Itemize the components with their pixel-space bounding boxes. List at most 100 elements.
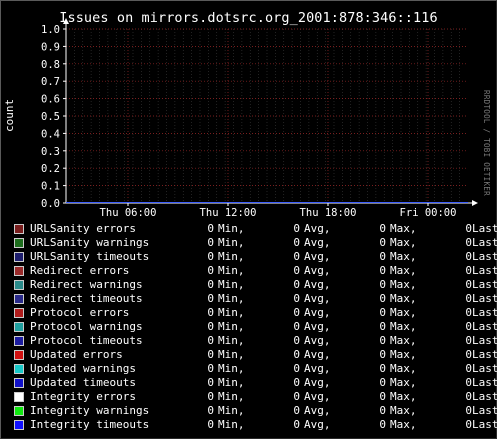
legend-max-value: 0 xyxy=(379,320,386,333)
legend-last-value: 0 xyxy=(465,320,472,333)
legend-series-name: Updated timeouts xyxy=(30,376,136,389)
legend-avg-label: Avg, xyxy=(304,418,331,431)
legend-avg-value: 0 xyxy=(293,222,300,235)
legend-max-value: 0 xyxy=(379,334,386,347)
legend-min-label: Min, xyxy=(218,250,245,263)
legend-min-label: Min, xyxy=(218,264,245,277)
legend-swatch xyxy=(14,322,24,332)
legend-series-name: Integrity errors xyxy=(30,390,136,403)
legend-last-label: Last xyxy=(472,250,497,263)
legend-series-name: Redirect errors xyxy=(30,264,130,277)
legend-last-value: 0 xyxy=(465,222,472,235)
legend-row: Updated timeouts 0 Min, 0 Avg, 0 Max, 0 Last xyxy=(14,376,497,390)
legend-series-name: URLSanity errors xyxy=(30,222,136,235)
legend-min-value: 0 xyxy=(207,404,214,417)
legend-max-value: 0 xyxy=(379,362,386,375)
legend-avg-value: 0 xyxy=(293,264,300,277)
legend-avg-value: 0 xyxy=(293,320,300,333)
legend-min-value: 0 xyxy=(207,222,214,235)
legend-avg-label: Avg, xyxy=(304,334,331,347)
legend-series-name: Integrity warnings xyxy=(30,404,150,417)
legend-min-label: Min, xyxy=(218,404,245,417)
legend-series-name: Redirect timeouts xyxy=(30,292,143,305)
legend-last-value: 0 xyxy=(465,362,472,375)
legend-max-value: 0 xyxy=(379,390,386,403)
legend-avg-label: Avg, xyxy=(304,376,331,389)
legend-max-value: 0 xyxy=(379,292,386,305)
legend-max-label: Max, xyxy=(390,264,417,277)
legend-min-label: Min, xyxy=(218,306,245,319)
y-tick-label: 0.9 xyxy=(41,41,60,53)
legend-last-value: 0 xyxy=(465,264,472,277)
y-tick-label: 0.7 xyxy=(41,76,60,88)
x-tick-label: Fri 00:00 xyxy=(400,207,457,219)
legend-last-value: 0 xyxy=(465,306,472,319)
legend-last-value: 0 xyxy=(465,292,472,305)
legend-last-value: 0 xyxy=(465,404,472,417)
legend-series-name: Updated warnings xyxy=(30,362,136,375)
legend-avg-value: 0 xyxy=(293,306,300,319)
legend-avg-value: 0 xyxy=(293,278,300,291)
legend-row: URLSanity errors 0 Min, 0 Avg, 0 Max, 0 Last xyxy=(14,222,497,236)
legend-max-label: Max, xyxy=(390,250,417,263)
legend-swatch xyxy=(14,294,24,304)
legend-avg-label: Avg, xyxy=(304,362,331,375)
legend-series-name: Protocol warnings xyxy=(30,320,143,333)
legend-row: Integrity warnings 0 Min, 0 Avg, 0 Max, 0 Last xyxy=(14,404,497,418)
legend-last-label: Last xyxy=(472,264,497,277)
legend-last-value: 0 xyxy=(465,334,472,347)
legend-swatch xyxy=(14,392,24,402)
legend-swatch xyxy=(14,224,24,234)
x-tick-label: Thu 18:00 xyxy=(300,207,357,219)
legend-avg-value: 0 xyxy=(293,390,300,403)
legend-avg-value: 0 xyxy=(293,236,300,249)
legend-min-label: Min, xyxy=(218,348,245,361)
y-tick-label: 1.0 xyxy=(41,24,60,36)
legend-min-label: Min, xyxy=(218,292,245,305)
legend-max-value: 0 xyxy=(379,418,386,431)
legend-max-label: Max, xyxy=(390,376,417,389)
legend: URLSanity errors 0 Min, 0 Avg, 0 Max, 0 Last URLS… xyxy=(14,222,497,432)
legend-max-label: Max, xyxy=(390,390,417,403)
legend-last-value: 0 xyxy=(465,418,472,431)
legend-max-label: Max, xyxy=(390,222,417,235)
legend-last-value: 0 xyxy=(465,236,472,249)
legend-avg-label: Avg, xyxy=(304,250,331,263)
legend-row: Protocol warnings 0 Min, 0 Avg, 0 Max, 0 Last xyxy=(14,320,497,334)
legend-swatch xyxy=(14,378,24,388)
legend-row: Integrity errors 0 Min, 0 Avg, 0 Max, 0 Last xyxy=(14,390,497,404)
y-tick-label: 0.3 xyxy=(41,146,60,158)
y-tick-label: 0.8 xyxy=(41,59,60,71)
legend-avg-label: Avg, xyxy=(304,292,331,305)
legend-last-label: Last xyxy=(472,376,497,389)
legend-row: Updated errors 0 Min, 0 Avg, 0 Max, 0 Last xyxy=(14,348,497,362)
legend-min-label: Min, xyxy=(218,278,245,291)
x-axis-arrow xyxy=(472,200,478,206)
legend-avg-value: 0 xyxy=(293,348,300,361)
y-tick-label: 0.4 xyxy=(41,128,60,140)
legend-avg-label: Avg, xyxy=(304,264,331,277)
legend-swatch xyxy=(14,420,24,430)
legend-row: Integrity timeouts 0 Min, 0 Avg, 0 Max, 0 Last xyxy=(14,418,497,432)
legend-min-value: 0 xyxy=(207,264,214,277)
legend-series-name: Protocol timeouts xyxy=(30,334,143,347)
legend-max-label: Max, xyxy=(390,348,417,361)
legend-min-label: Min, xyxy=(218,362,245,375)
legend-avg-value: 0 xyxy=(293,376,300,389)
legend-min-value: 0 xyxy=(207,292,214,305)
y-tick-label: 0.1 xyxy=(41,181,60,193)
y-tick-label: 0.6 xyxy=(41,94,60,106)
legend-max-label: Max, xyxy=(390,306,417,319)
legend-min-label: Min, xyxy=(218,418,245,431)
legend-min-value: 0 xyxy=(207,320,214,333)
legend-min-label: Min, xyxy=(218,320,245,333)
legend-min-value: 0 xyxy=(207,348,214,361)
legend-max-label: Max, xyxy=(390,362,417,375)
legend-max-label: Max, xyxy=(390,334,417,347)
legend-last-label: Last xyxy=(472,348,497,361)
legend-min-value: 0 xyxy=(207,376,214,389)
legend-avg-label: Avg, xyxy=(304,278,331,291)
legend-avg-label: Avg, xyxy=(304,320,331,333)
legend-max-value: 0 xyxy=(379,306,386,319)
legend-swatch xyxy=(14,364,24,374)
